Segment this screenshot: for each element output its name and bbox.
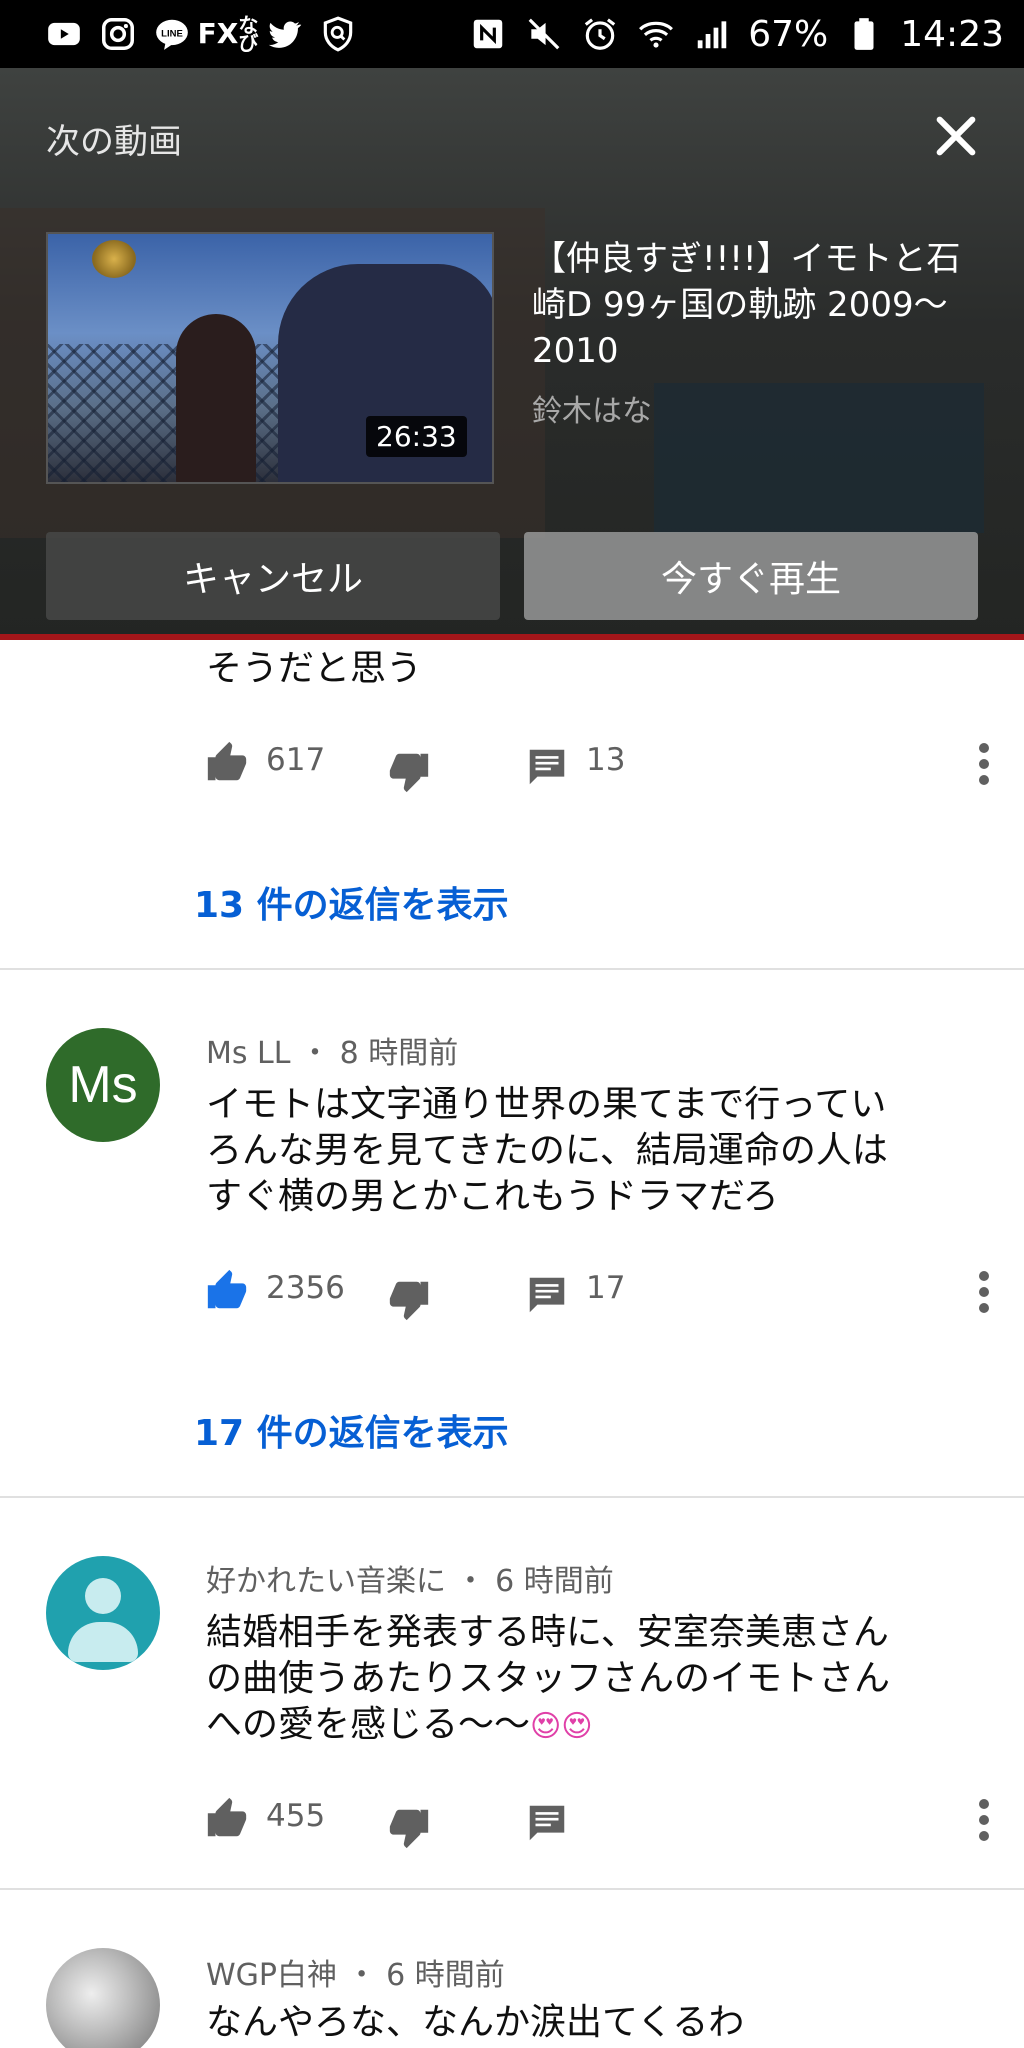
avatar[interactable] xyxy=(46,1556,160,1670)
shield-app-icon xyxy=(318,14,358,54)
mute-icon xyxy=(524,14,564,54)
comment-time: 6 時間前 xyxy=(495,1564,614,1599)
close-icon[interactable] xyxy=(928,108,984,164)
comment-line: ろんな男を見てきたのに、結局運命の人は xyxy=(206,1130,888,1171)
comment-line: への愛を感じる〜〜😍😍 xyxy=(206,1702,986,1750)
nfc-icon xyxy=(468,14,508,54)
divider xyxy=(0,1496,1024,1498)
comment-meta: WGP白神 ・ 6 時間前 xyxy=(206,1950,505,1994)
like-count: 617 xyxy=(266,742,326,778)
comment-meta: 好かれたい音楽に ・ 6 時間前 xyxy=(206,1556,614,1600)
reply-icon[interactable] xyxy=(524,1800,570,1846)
like-icon[interactable] xyxy=(204,1268,250,1314)
twitter-icon xyxy=(264,14,304,54)
comment-text: そうだと思う xyxy=(206,648,423,689)
thumbnail-person-left xyxy=(176,314,256,482)
heart-eyes-emoji: 😍😍 xyxy=(530,1709,593,1744)
fx-label: FX xyxy=(197,17,239,50)
avatar[interactable] xyxy=(46,1948,160,2048)
up-next-channel-name: 鈴木はな xyxy=(532,394,652,429)
comment-meta: Ms LL ・ 8 時間前 xyxy=(206,1028,458,1072)
comment-author[interactable]: WGP白神 xyxy=(206,1958,337,1993)
background-video-frame-right xyxy=(654,383,984,533)
signal-icon xyxy=(692,14,732,54)
comment-author[interactable]: Ms LL xyxy=(206,1036,290,1071)
reply-icon[interactable] xyxy=(524,744,570,790)
comment-author[interactable]: 好かれたい音楽に xyxy=(206,1564,446,1599)
alarm-icon xyxy=(580,14,620,54)
status-bar: LINE FX なび 67% 14:23 xyxy=(0,0,1024,68)
divider xyxy=(0,1888,1024,1890)
default-avatar-head xyxy=(85,1578,121,1614)
reply-count: 13 xyxy=(586,742,626,778)
instagram-icon xyxy=(98,14,138,54)
up-next-overlay: 次の動画 26:33 【仲良すぎ!!!!】イモトと石崎D 99ヶ国の軌跡 200… xyxy=(0,68,1024,640)
more-options-icon[interactable] xyxy=(974,1268,994,1316)
comment-actions: 2356 17 xyxy=(204,1260,994,1322)
dislike-icon[interactable] xyxy=(386,1804,432,1850)
comment-line: の曲使うあたりスタッフさんのイモトさん xyxy=(206,1658,891,1699)
reply-icon[interactable] xyxy=(524,1272,570,1318)
play-now-button[interactable]: 今すぐ再生 xyxy=(524,532,978,620)
comment-actions: 617 13 xyxy=(204,732,994,794)
comment-text: なんやろな、なんか涙出てくるわ xyxy=(206,2002,745,2043)
meta-separator: ・ xyxy=(300,1036,340,1071)
avatar[interactable]: Ms xyxy=(46,1028,160,1142)
like-icon[interactable] xyxy=(204,740,250,786)
dislike-icon[interactable] xyxy=(386,748,432,794)
more-options-icon[interactable] xyxy=(974,740,994,788)
comment-line: イモトは文字通り世界の果てまで行ってい xyxy=(206,1084,887,1125)
like-icon[interactable] xyxy=(204,1796,250,1842)
comment-time: 8 時間前 xyxy=(339,1036,459,1071)
comment-actions: 455 xyxy=(204,1788,994,1850)
line-icon: LINE xyxy=(152,14,192,54)
comment-time: 6 時間前 xyxy=(386,1958,505,1993)
up-next-header: 次の動画 xyxy=(46,122,182,162)
meta-separator: ・ xyxy=(346,1958,387,1993)
wifi-icon xyxy=(636,14,676,54)
meta-separator: ・ xyxy=(455,1564,496,1599)
comment-text: イモトは文字通り世界の果てまで行ってい ろんな男を見てきたのに、結局運命の人は … xyxy=(206,1082,986,1220)
avatar-initials: Ms xyxy=(68,1056,138,1114)
cancel-button[interactable]: キャンセル xyxy=(46,532,500,620)
more-options-icon[interactable] xyxy=(974,1796,994,1844)
show-replies-link[interactable]: 13 件の返信を表示 xyxy=(194,876,509,928)
system-status: 67% 14:23 xyxy=(468,14,1004,55)
comment-text: 結婚相手を発表する時に、安室奈美恵さん の曲使うあたりスタッフさんのイモトさん … xyxy=(206,1610,986,1750)
battery-percent: 67% xyxy=(748,13,829,55)
reply-count: 17 xyxy=(586,1270,626,1306)
show-replies-link[interactable]: 17 件の返信を表示 xyxy=(194,1404,509,1456)
like-count: 2356 xyxy=(266,1270,345,1306)
svg-text:LINE: LINE xyxy=(161,28,183,39)
fx-nabi-icon: FX なび xyxy=(198,14,259,54)
up-next-video-title[interactable]: 【仲良すぎ!!!!】イモトと石崎D 99ヶ国の軌跡 2009〜2010 xyxy=(532,236,992,374)
nabi-label: なび xyxy=(238,13,259,55)
youtube-icon xyxy=(44,14,84,54)
comment-line: 結婚相手を発表する時に、安室奈美恵さん xyxy=(206,1612,889,1653)
dislike-icon[interactable] xyxy=(386,1276,432,1322)
default-avatar-body xyxy=(68,1622,138,1662)
like-count: 455 xyxy=(266,1798,326,1834)
divider xyxy=(0,968,1024,970)
comments-section: そうだと思う 617 13 13 件の返信を表示 Ms Ms LL ・ 8 時間… xyxy=(0,640,1024,2048)
comment-line: すぐ横の男とかこれもうドラマだろ xyxy=(206,1176,779,1217)
thumbnail-logo xyxy=(92,240,136,278)
battery-icon xyxy=(844,14,884,54)
clock: 14:23 xyxy=(900,13,1004,55)
video-duration: 26:33 xyxy=(366,416,467,457)
comment-line-text: への愛を感じる〜〜 xyxy=(206,1704,531,1745)
notification-icons: LINE FX なび xyxy=(44,14,358,54)
